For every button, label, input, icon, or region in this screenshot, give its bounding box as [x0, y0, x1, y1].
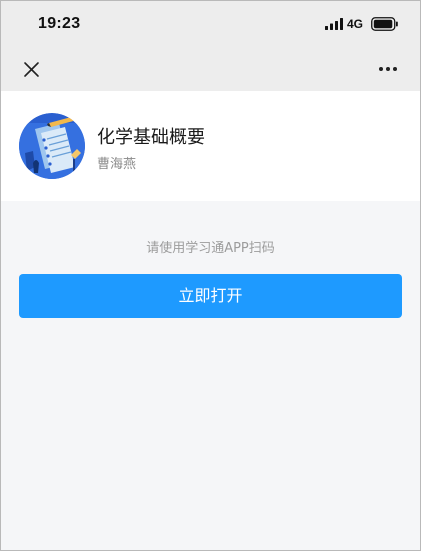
course-teacher: 曹海燕	[97, 157, 137, 172]
scan-hint: 请使用学习通APP扫码	[146, 241, 275, 256]
more-icon	[379, 67, 397, 71]
open-now-button[interactable]: 立即打开	[19, 274, 402, 318]
close-icon	[24, 62, 39, 77]
more-options-button[interactable]	[373, 55, 403, 83]
status-time: 19:23	[38, 15, 81, 32]
book-notebook-illustration-icon	[19, 113, 85, 179]
course-cover	[19, 113, 85, 179]
phone-screen: 19:23 4G 化学基础概要 曹海燕 请使用学习通APP扫码 立即打开	[0, 0, 421, 551]
nav-bar	[1, 47, 420, 91]
network-type: 4G	[347, 17, 364, 31]
battery-icon	[371, 17, 398, 31]
course-title: 化学基础概要	[97, 127, 205, 148]
course-card[interactable]: 化学基础概要 曹海燕	[1, 91, 420, 201]
signal-icon	[325, 18, 343, 30]
status-bar: 19:23 4G	[1, 1, 420, 47]
close-button[interactable]	[17, 55, 45, 83]
